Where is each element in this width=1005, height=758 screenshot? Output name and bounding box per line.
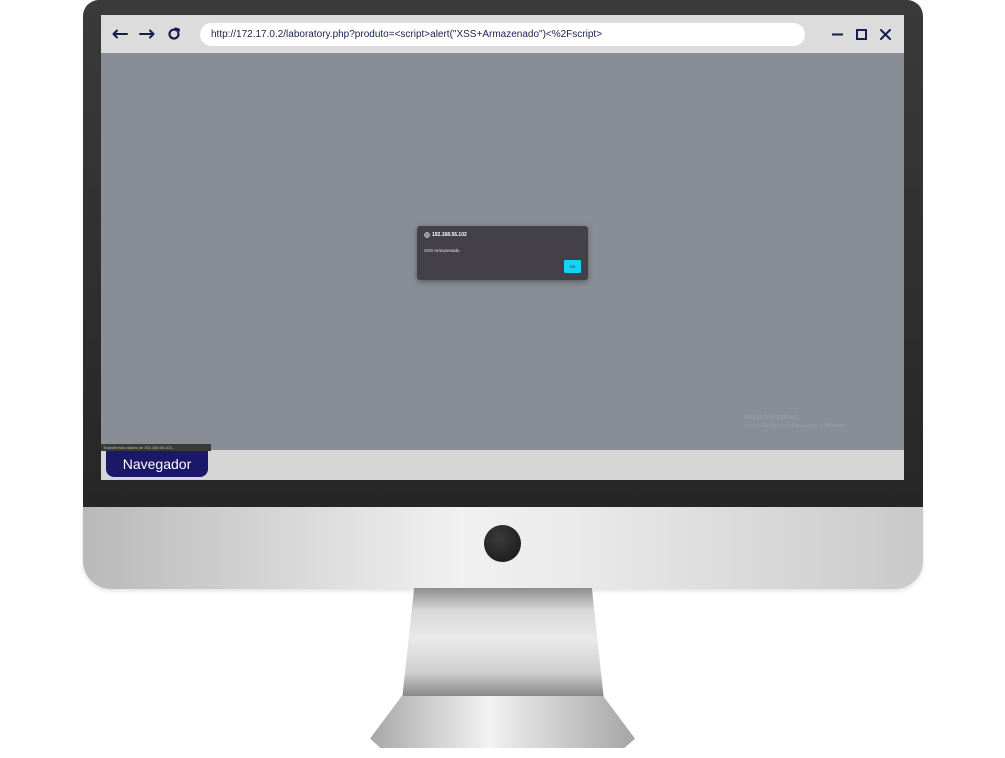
window-controls (828, 22, 894, 46)
minimize-button[interactable] (828, 22, 846, 46)
dialog-origin-text: 192.168.56.102 (432, 232, 467, 238)
dialog-message: XSS Armazenado (424, 248, 460, 253)
browser-window: http://172.17.0.2/laboratory.php?produto… (101, 15, 904, 480)
dialog-origin: 192.168.56.102 (424, 232, 467, 238)
page-viewport: 192.168.56.102 XSS Armazenado OK Ativar … (101, 53, 904, 450)
navegador-tab[interactable]: Navegador (106, 451, 208, 477)
minimize-icon (831, 33, 843, 35)
monitor-stand-neck (402, 588, 604, 700)
maximize-button[interactable] (852, 22, 870, 46)
arrow-left-icon (112, 29, 128, 39)
ok-button[interactable]: OK (564, 260, 581, 273)
status-bar: Transferindo dados de 192.168.56.102... (101, 444, 211, 451)
monitor-logo-dot (484, 525, 521, 562)
back-button[interactable] (106, 22, 133, 46)
watermark-subtitle: Acesse Configurações para ativar o Windo… (744, 423, 847, 429)
close-button[interactable] (876, 22, 894, 46)
arrow-right-icon (138, 29, 154, 39)
reload-icon (167, 27, 180, 40)
windows-activation-watermark: Ativar o Windows Acesse Configurações pa… (744, 413, 846, 431)
watermark-title: Ativar o Windows (744, 414, 799, 421)
taskbar (101, 450, 904, 480)
monitor-stand-base (370, 696, 635, 748)
address-bar-input[interactable]: http://172.17.0.2/laboratory.php?produto… (200, 23, 805, 46)
reload-button[interactable] (160, 22, 187, 46)
address-url-text: http://172.17.0.2/laboratory.php?produto… (211, 29, 603, 40)
globe-icon (424, 232, 430, 238)
close-icon (879, 28, 891, 40)
alert-dialog: 192.168.56.102 XSS Armazenado OK (417, 226, 588, 280)
browser-toolbar: http://172.17.0.2/laboratory.php?produto… (101, 15, 904, 53)
maximize-icon (855, 28, 867, 40)
forward-button[interactable] (133, 22, 160, 46)
